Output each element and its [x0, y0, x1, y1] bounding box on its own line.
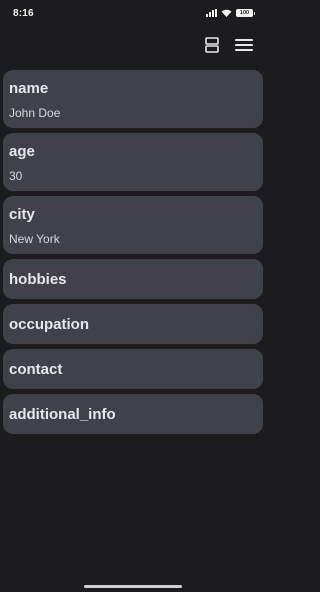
- home-indicator[interactable]: [84, 585, 182, 588]
- field-card-city[interactable]: city New York: [3, 196, 263, 254]
- field-key: city: [9, 206, 35, 223]
- field-list: name John Doe age 30 city New York hobbi…: [3, 70, 263, 439]
- field-card-hobbies[interactable]: hobbies: [3, 259, 263, 299]
- field-card-name[interactable]: name John Doe: [3, 70, 263, 128]
- field-value: New York: [9, 232, 60, 246]
- cellular-signal-icon: [206, 9, 217, 17]
- wifi-icon: [221, 9, 232, 17]
- toolbar: [202, 36, 254, 54]
- field-value: John Doe: [9, 106, 61, 120]
- field-card-age[interactable]: age 30: [3, 133, 263, 191]
- layout-toggle-icon: [205, 37, 219, 53]
- battery-icon: 100: [236, 9, 255, 17]
- layout-toggle-button[interactable]: [202, 36, 222, 54]
- field-key: additional_info: [9, 406, 116, 423]
- hamburger-menu-icon: [235, 39, 253, 51]
- menu-button[interactable]: [234, 36, 254, 54]
- app-screen: 8:16 100 name John Doe age 30 city New Y…: [0, 0, 266, 592]
- field-card-contact[interactable]: contact: [3, 349, 263, 389]
- status-bar: 8:16 100: [0, 0, 266, 26]
- field-value: 30: [9, 169, 23, 183]
- field-key: name: [9, 80, 49, 97]
- field-card-additional-info[interactable]: additional_info: [3, 394, 263, 434]
- field-key: hobbies: [9, 271, 67, 288]
- status-time: 8:16: [13, 7, 34, 19]
- field-card-occupation[interactable]: occupation: [3, 304, 263, 344]
- field-key: contact: [9, 361, 63, 378]
- field-key: age: [9, 143, 35, 160]
- status-icons: 100: [206, 9, 255, 17]
- field-key: occupation: [9, 316, 90, 333]
